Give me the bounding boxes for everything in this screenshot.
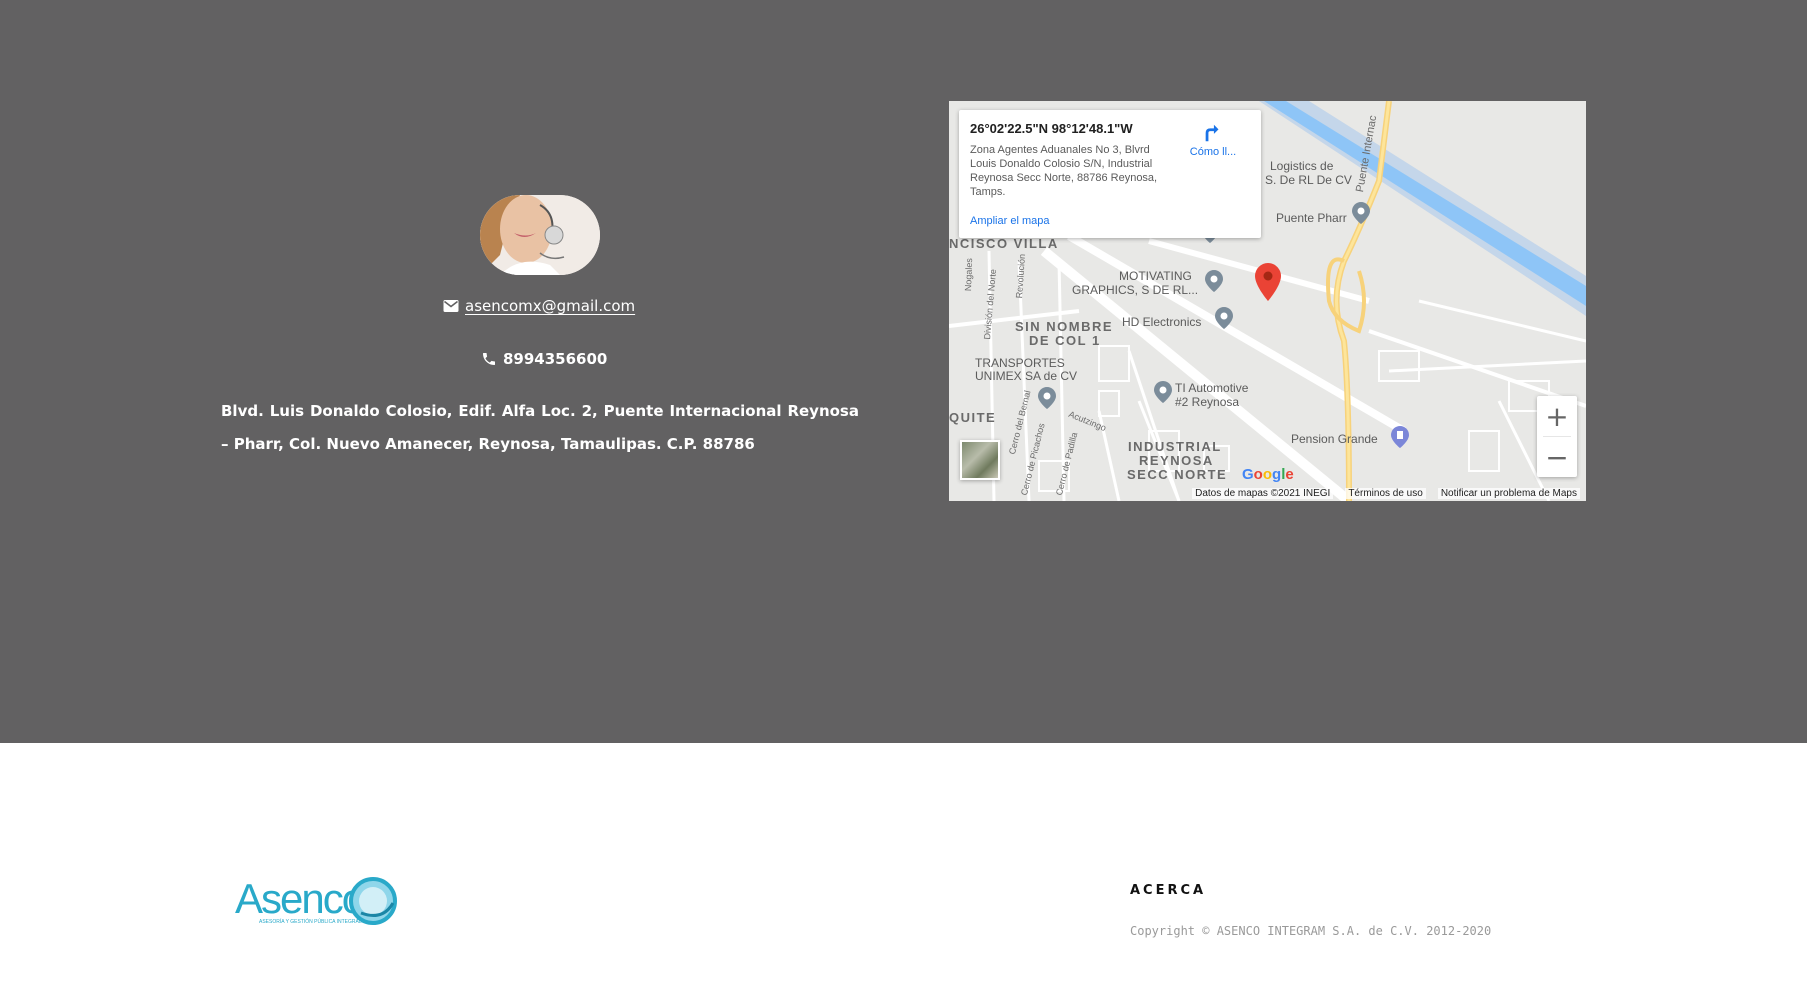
map-label: SECC NORTE [1127,467,1228,482]
svg-text:ASESORÍA Y GESTIÓN PÚBLICA INT: ASESORÍA Y GESTIÓN PÚBLICA INTEGRAL [259,918,362,925]
map-label: TI Automotive [1175,381,1249,395]
map-label: Pension Grande [1291,432,1378,446]
terms-link[interactable]: Términos de uso [1345,488,1426,499]
google-logo: Google [1242,466,1294,483]
map-attribution-bar: Datos de mapas ©2021 INEGI Términos de u… [949,486,1586,501]
phone-icon [483,353,495,365]
map-coordinates: 26°02'22.5"N 98°12'48.1"W [970,121,1133,136]
map-label: INDUSTRIAL [1128,439,1222,454]
svg-text:Asenco: Asenco [235,875,364,922]
directions-button[interactable]: Cómo ll... [1181,122,1245,158]
map-label: NCISCO VILLA [949,236,1059,251]
map-label: MOTIVATING [1119,269,1192,283]
about-heading: ACERCA [1130,883,1207,898]
location-marker-icon[interactable] [1255,263,1281,301]
zoom-out-button[interactable]: − [1537,437,1577,477]
map-data-credit: Datos de mapas ©2021 INEGI [1192,488,1334,499]
satellite-view-toggle[interactable] [960,440,1000,480]
map-info-card: 26°02'22.5"N 98°12'48.1"W Zona Agentes A… [959,110,1261,238]
poi-pin-icon[interactable] [1154,381,1172,403]
map-label: HD Electronics [1122,315,1202,329]
poi-pin-icon[interactable] [1352,202,1370,224]
map-label: S. De RL De CV [1265,173,1352,187]
map-label: Logistics de [1270,159,1334,173]
map-label: QUITE [949,410,997,425]
mail-icon [443,300,459,312]
poi-pin-icon[interactable] [1215,307,1233,329]
email-link[interactable]: asencomx@gmail.com [465,297,635,315]
phone-number: 8994356600 [503,350,608,368]
map-label: #2 Reynosa [1175,395,1240,409]
map-label: GRAPHICS, S DE RL... [1072,283,1199,297]
poi-pin-icon[interactable] [1205,270,1223,292]
phone-row[interactable]: 8994356600 [481,348,607,370]
map-label: Nogales [963,257,975,292]
zoom-in-button[interactable]: + [1537,396,1577,436]
google-map[interactable]: Logistics de S. De RL De CV Puente Pharr… [949,101,1586,501]
map-place-address: Zona Agentes Aduanales No 3, Blvrd Louis… [970,144,1158,198]
map-label: DE COL 1 [1029,333,1101,348]
address-text: Blvd. Luis Donaldo Colosio, Edif. Alfa L… [221,402,859,453]
map-zoom-controls: + − [1537,396,1577,477]
directions-icon [1205,124,1219,142]
copyright-text: Copyright © ASENCO INTEGRAM S.A. de C.V.… [1130,924,1492,938]
report-problem-link[interactable]: Notificar un problema de Maps [1437,488,1580,499]
contact-section: asencomx@gmail.com 8994356600 Blvd. Luis… [0,0,1807,743]
map-label: Puente Pharr [1276,211,1347,225]
directions-label: Cómo ll... [1189,146,1237,158]
map-label: TRANSPORTES [975,356,1065,370]
support-agent-avatar [480,195,600,275]
email-row[interactable]: asencomx@gmail.com [443,295,635,317]
map-label: SIN NOMBRE [1015,319,1114,334]
map-label: UNIMEX SA de CV [975,369,1078,383]
gas-station-pin-icon[interactable] [1391,426,1409,448]
map-label: REYNOSA [1139,453,1214,468]
site-footer: Asenco ASESORÍA Y GESTIÓN PÚBLICA INTEGR… [0,743,1807,981]
poi-pin-icon[interactable] [1038,387,1056,409]
enlarge-map-link[interactable]: Ampliar el mapa [970,215,1049,227]
asenco-logo[interactable]: Asenco ASESORÍA Y GESTIÓN PÚBLICA INTEGR… [233,873,403,933]
